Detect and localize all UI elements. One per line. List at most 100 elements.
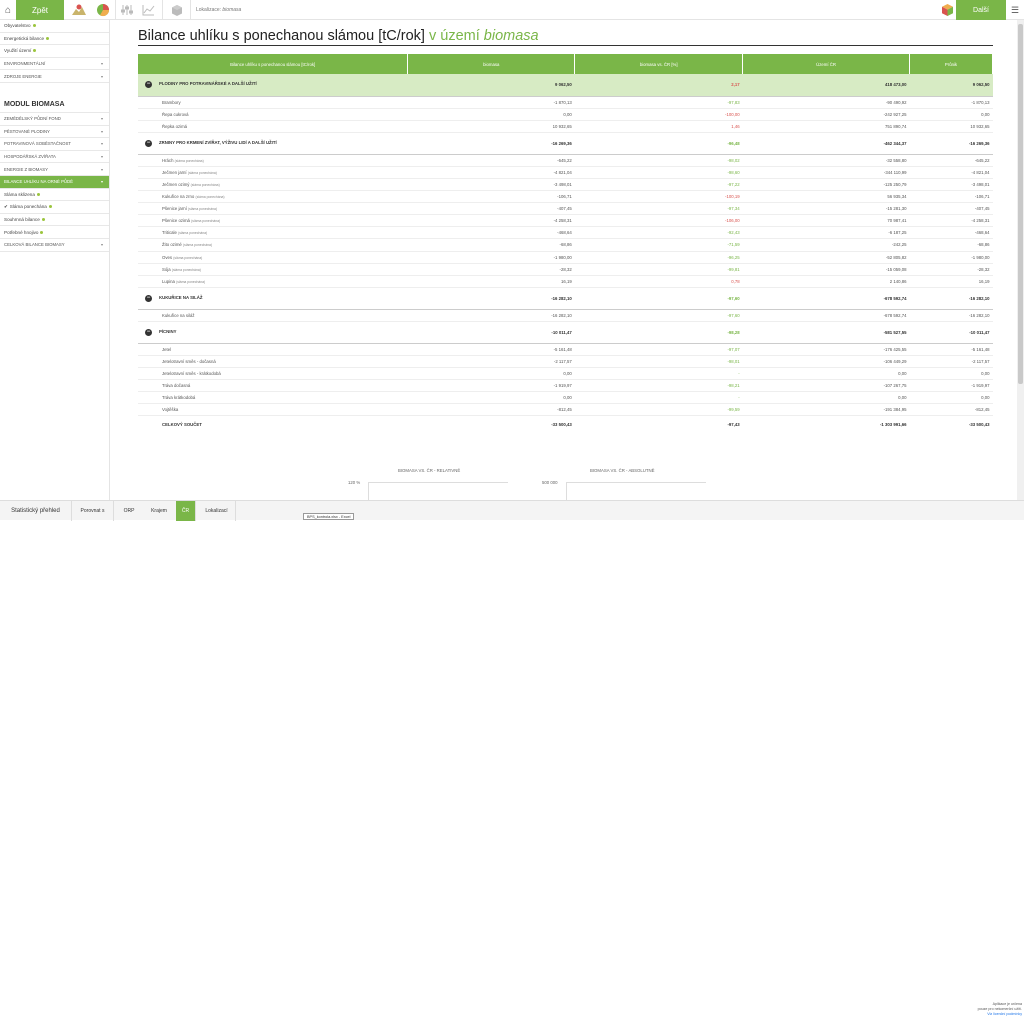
home-icon[interactable]: ⌂ — [0, 0, 16, 20]
sidebar-item-label: Potřebné hnojivo — [4, 229, 39, 235]
license-link[interactable]: Viz licenční podmínky — [960, 1012, 1022, 1017]
row-note: (sláma ponechána) — [178, 231, 208, 236]
row-value-cell: -468,64 — [407, 226, 575, 240]
sidebar-item[interactable]: Obyvatelstvo — [0, 20, 109, 33]
vertical-scrollbar[interactable] — [1017, 20, 1024, 500]
group-value-cell: -97,60 — [574, 287, 743, 310]
hamburger-menu-icon[interactable]: ☰ — [1006, 0, 1024, 20]
line-chart-icon[interactable] — [139, 0, 157, 20]
colored-cube-icon[interactable] — [938, 0, 956, 20]
group-value-cell: 9 062,50 — [407, 74, 575, 97]
sliders-icon[interactable] — [118, 0, 136, 20]
sidebar-item[interactable]: Environmentální ▾ — [0, 58, 109, 71]
row-value-cell: -407,45 — [407, 202, 575, 216]
sidebar-item[interactable]: Energie z biomasy ▾ — [0, 163, 109, 176]
sidebar-item[interactable]: Potřebné hnojivo — [0, 226, 109, 239]
row-label-cell: Jetel — [138, 343, 408, 357]
chart-relative-title: BIOMASA VS. ČR - RELATIVNĚ — [398, 468, 461, 473]
column-header[interactable]: biomasa vs. ČR [%] — [574, 54, 744, 74]
next-button[interactable]: Další — [956, 0, 1006, 20]
row-note: (sláma ponechána) — [176, 279, 206, 284]
row-value-cell: -191 384,95 — [742, 403, 910, 417]
sidebar-item[interactable]: Pěstované plodiny ▾ — [0, 126, 109, 139]
group-label: KUKUŘICE NA SILÁŽ — [159, 294, 203, 300]
collapse-icon[interactable]: − — [145, 294, 152, 302]
row-value-cell: -68,86 — [407, 238, 575, 252]
compare-kraj-button[interactable]: Krajem — [144, 501, 174, 521]
sidebar-item[interactable]: Zemědělský půdní fond ▾ — [0, 113, 109, 126]
sidebar-item-label: Souhrnná bilance — [4, 217, 40, 223]
chart-relative-axes — [368, 482, 508, 500]
sidebar-item[interactable]: Zdroje energie ▾ — [0, 70, 109, 83]
chevron-down-icon: ▾ — [100, 242, 103, 248]
scrollbar-thumb[interactable] — [1018, 24, 1023, 384]
row-value-cell: 0,00 — [909, 108, 993, 121]
total-value-cell: -33 500,43 — [909, 415, 993, 432]
column-header[interactable]: Území ČR — [742, 54, 911, 74]
compare-cr-button[interactable]: ČR — [176, 501, 196, 521]
collapse-icon[interactable]: − — [145, 81, 152, 89]
chevron-down-icon: ▾ — [100, 141, 103, 147]
charts-area: BIOMASA VS. ČR - RELATIVNĚ 120 % BIOMASA… — [348, 468, 926, 500]
group-value-cell: -96,48 — [574, 132, 743, 155]
sidebar-item[interactable]: Potravinová soběstačnost ▾ — [0, 138, 109, 151]
row-value-cell: -92,43 — [574, 226, 743, 240]
compare-with-label: Porovnat s — [72, 501, 114, 521]
sidebar-item-label: Pěstované plodiny — [4, 128, 50, 134]
row-value-cell: -52 805,82 — [742, 251, 910, 264]
top-bar: ⌂ Zpět Lokalizace: biomasa Další ☰ — [0, 0, 1024, 20]
compare-orp-button[interactable]: ORP — [114, 501, 144, 521]
collapse-icon[interactable]: − — [145, 139, 152, 147]
group-value-cell: -10 011,47 — [909, 321, 993, 344]
row-value-cell: -242,25 — [742, 238, 910, 252]
row-value-cell: -645,22 — [407, 154, 575, 167]
page-title: Bilance uhlíku s ponechanou slámou [tC/r… — [138, 28, 539, 44]
pie-chart-icon[interactable] — [92, 0, 114, 20]
status-dot-icon — [36, 192, 40, 196]
row-value-cell: 751 890,74 — [742, 120, 910, 133]
row-label: Jetelotravní směs - krátkodobá — [162, 371, 221, 377]
cube-icon[interactable] — [168, 0, 186, 20]
table-row: Jetelotravní směs - krátkodobá 0,00-0,00 0… — [138, 367, 993, 381]
row-label-cell: Řepa cukrová — [138, 108, 408, 121]
row-value-cell: -16 282,10 — [407, 309, 575, 322]
row-label-cell: Žito ozimé (sláma ponechána) — [138, 238, 408, 252]
row-value-cell: -15 059,08 — [742, 263, 910, 276]
row-note: (sláma ponechána) — [188, 207, 218, 212]
sidebar-item[interactable]: Energetická bilance — [0, 33, 109, 46]
sidebar-item[interactable]: Bilance uhlíku na orné půdě ▾ — [0, 175, 109, 189]
row-label-cell: Ječmen ozimý (sláma ponechána) — [138, 178, 408, 192]
sidebar-item[interactable]: Sláma sklizena — [0, 189, 109, 202]
group-row[interactable]: − KUKUŘICE NA SILÁŽ -16 282,10 -97,60 -678 5… — [138, 287, 993, 310]
sidebar-item[interactable]: ✔ Sláma ponechána — [0, 201, 109, 214]
row-label: Triticale — [162, 230, 177, 236]
group-row[interactable]: − PÍCNINY -10 011,47 -98,28 -581 527,55 -10 0… — [138, 321, 993, 344]
group-row[interactable]: − PLODINY PRO POTRAVINÁŘSKÉ A DALŠÍ UŽITÍ… — [138, 74, 993, 97]
sidebar-item-label: Sláma ponechána — [9, 204, 47, 210]
table-row: Ječmen jarní (sláma ponechána) -4 821,04-… — [138, 166, 993, 179]
compare-localization-button[interactable]: Lokalizací — [198, 501, 236, 521]
sidebar-item-label: Sláma sklizena — [4, 191, 35, 197]
sidebar-item[interactable]: Celková bilance biomasy ▾ — [0, 239, 109, 252]
column-header[interactable]: biomasa — [407, 54, 576, 74]
map-pin-icon[interactable] — [68, 0, 90, 20]
title-suffix: v území — [428, 28, 480, 44]
row-value-cell: -2 117,57 — [407, 355, 575, 369]
sidebar-item[interactable]: Hospodářská zvířata ▾ — [0, 151, 109, 164]
row-label-cell: Ječmen jarní (sláma ponechána) — [138, 166, 408, 179]
sidebar-item[interactable]: Využití území — [0, 45, 109, 58]
group-value-cell: -16 282,10 — [407, 287, 575, 310]
back-button[interactable]: Zpět — [16, 0, 64, 20]
table-row: Lupina (sláma ponechána) 16,19 0,78 2 140,8… — [138, 275, 993, 288]
main-content: Bilance uhlíku s ponechanou slámou [tC/r… — [111, 20, 1006, 500]
column-header[interactable]: Bilance uhlíku s ponechanou slámou [tC/r… — [138, 54, 409, 74]
sidebar-item[interactable]: Souhrnná bilance — [0, 214, 109, 227]
column-header[interactable]: Průnik — [909, 54, 993, 74]
excel-taskbar-tooltip[interactable]: BPS_kontrola.xlsx - Excel — [303, 513, 355, 520]
group-row[interactable]: − ZRNINY PRO KRMENÍ ZVÍŘAT, VÝŽIVU LIDÍ A… — [138, 132, 993, 155]
statistics-overview-button[interactable]: Statistický přehled — [0, 501, 72, 521]
row-value-cell: -344 110,99 — [742, 166, 910, 179]
row-value-cell: -4 258,31 — [407, 214, 575, 228]
collapse-icon[interactable]: − — [145, 328, 152, 336]
row-value-cell: 0,00 — [407, 367, 575, 381]
